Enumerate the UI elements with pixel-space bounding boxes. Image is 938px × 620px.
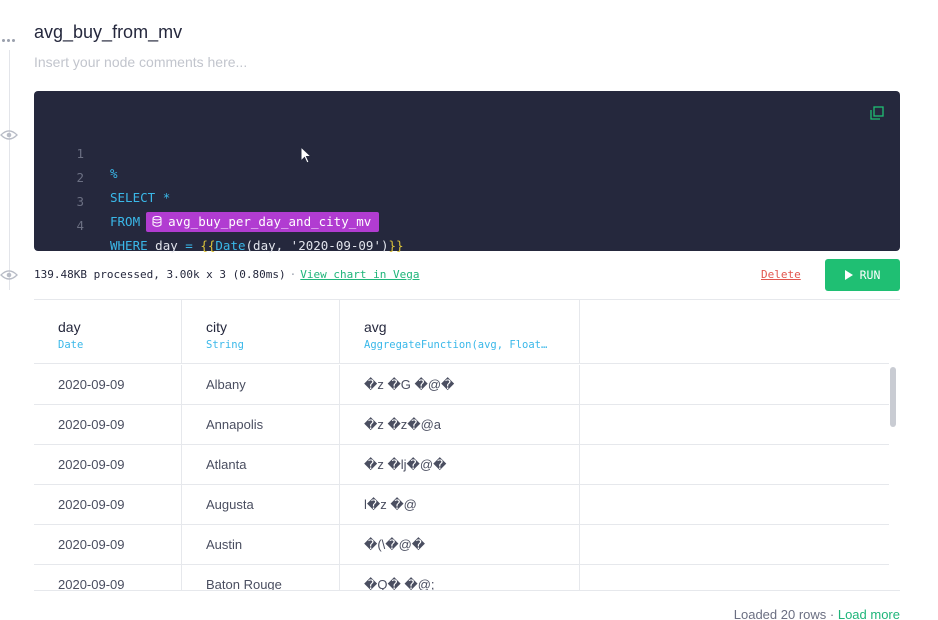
table-cell: 2020-09-09 <box>34 565 182 590</box>
code-token: % <box>110 166 118 181</box>
eye-icon[interactable] <box>0 268 18 280</box>
code-token: (day, <box>245 238 291 253</box>
code-line: 2 SELECT * <box>34 148 170 205</box>
table-cell: 2020-09-09 <box>34 405 182 445</box>
table-cell: Albany <box>182 365 340 405</box>
column-type: String <box>206 339 244 351</box>
code-line: 1 % <box>34 124 117 181</box>
table-row: 2020-09-09 Augusta l�z �@ <box>34 485 889 525</box>
table-cell: �Q� �@; <box>340 565 580 590</box>
column-type: Date <box>58 339 84 351</box>
table-cell: 2020-09-09 <box>34 525 182 565</box>
column-header-empty <box>580 300 889 364</box>
table-row: 2020-09-09 Annapolis �z �z�@a <box>34 405 889 445</box>
table-cell: �(\�@� <box>340 525 580 565</box>
run-button-label: RUN <box>859 268 881 282</box>
code-token: }} <box>388 238 404 253</box>
table-scrollbar[interactable] <box>890 367 896 427</box>
table-row: 2020-09-09 Atlanta �z �lj�@� <box>34 445 889 485</box>
node-comment-input[interactable]: Insert your node comments here... <box>34 54 247 70</box>
run-button[interactable]: RUN <box>825 259 900 291</box>
load-more-link[interactable]: Load more <box>838 607 900 620</box>
delete-node-button[interactable]: Delete <box>761 268 801 281</box>
table-header: day Date city String avg AggregateFuncti… <box>34 300 889 364</box>
column-header-avg[interactable]: avg AggregateFunction(avg, Float… <box>340 300 580 364</box>
table-cell: Annapolis <box>182 405 340 445</box>
code-line: 4 WHERE day = {{Date(day, '2020-09-09')}… <box>34 196 403 253</box>
table-row: 2020-09-09 Austin �(\�@� <box>34 525 889 565</box>
pipe-reference-pill[interactable]: avg_buy_per_day_and_city_mv <box>146 212 380 232</box>
node-title[interactable]: avg_buy_from_mv <box>34 22 182 43</box>
line-number: 3 <box>76 194 84 209</box>
code-token: Date <box>215 238 246 253</box>
table-cell: 2020-09-09 <box>34 445 182 485</box>
database-icon <box>152 216 162 227</box>
pipe-reference-name: avg_buy_per_day_and_city_mv <box>168 214 372 229</box>
table-cell: 2020-09-09 <box>34 485 182 525</box>
code-token: {{ <box>200 238 216 253</box>
table-cell: Austin <box>182 525 340 565</box>
code-token: * <box>162 190 171 205</box>
column-type: AggregateFunction(avg, Float… <box>364 339 548 351</box>
mouse-cursor-icon <box>300 146 313 164</box>
table-cell-empty <box>580 485 889 525</box>
code-token: '2020-09-09' <box>290 238 381 253</box>
table-cell: 2020-09-09 <box>34 365 182 405</box>
line-number: 2 <box>76 170 84 185</box>
line-number: 4 <box>76 218 84 233</box>
code-token: day <box>155 238 178 253</box>
table-cell-empty <box>580 365 889 405</box>
copy-icon[interactable] <box>870 106 884 120</box>
table-cell-empty <box>580 405 889 445</box>
column-name: avg <box>364 319 387 335</box>
column-name: city <box>206 319 227 335</box>
column-header-day[interactable]: day Date <box>34 300 182 364</box>
code-line: 3 FROM avg_buy_per_day_and_city_mv <box>34 172 380 232</box>
loaded-rows-text: Loaded 20 rows <box>733 607 827 620</box>
results-table[interactable]: day Date city String avg AggregateFuncti… <box>34 299 900 591</box>
line-number: 1 <box>76 146 84 161</box>
table-footer: Loaded 20 rows · Load more <box>734 607 900 620</box>
table-cell: �z �lj�@� <box>340 445 580 485</box>
table-cell: l�z �@ <box>340 485 580 525</box>
table-cell: Atlanta <box>182 445 340 485</box>
table-cell: �z �z�@a <box>340 405 580 445</box>
code-token: = <box>185 238 193 253</box>
node-menu-icon[interactable] <box>2 29 20 42</box>
table-row: 2020-09-09 Baton Rouge �Q� �@; <box>34 565 889 590</box>
table-row: 2020-09-09 Albany �z �G �@� <box>34 365 889 405</box>
column-name: day <box>58 319 81 335</box>
table-cell-empty <box>580 565 889 590</box>
footer-separator: · <box>826 607 838 620</box>
table-cell-empty <box>580 525 889 565</box>
column-header-city[interactable]: city String <box>182 300 340 364</box>
code-token: ) <box>380 238 389 253</box>
table-cell: Augusta <box>182 485 340 525</box>
view-chart-link[interactable]: View chart in Vega <box>300 268 419 281</box>
table-cell: �z �G �@� <box>340 365 580 405</box>
table-cell: Baton Rouge <box>182 565 340 590</box>
node-gutter-line <box>9 50 10 290</box>
play-icon <box>844 270 853 280</box>
eye-icon[interactable] <box>0 128 18 140</box>
stats-separator: · <box>289 268 297 281</box>
query-stats-text: 139.48KB processed, 3.00k x 3 (0.80ms) <box>34 268 286 281</box>
sql-keyword: FROM <box>110 214 141 229</box>
sql-editor[interactable]: 1 % 2 SELECT * 3 FROM avg_buy_per_day_and… <box>34 91 900 253</box>
table-cell-empty <box>580 445 889 485</box>
query-stats: 139.48KB processed, 3.00k x 3 (0.80ms) · V… <box>34 268 420 281</box>
sql-keyword: WHERE <box>110 238 148 253</box>
sql-keyword: SELECT <box>110 190 156 205</box>
